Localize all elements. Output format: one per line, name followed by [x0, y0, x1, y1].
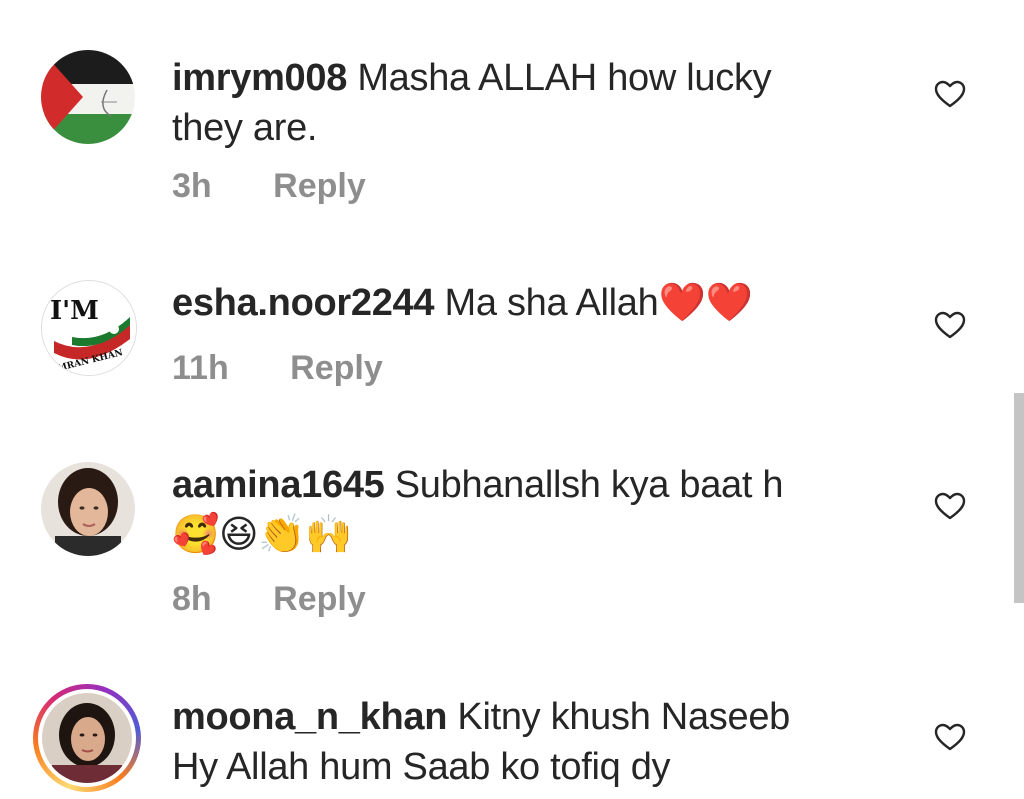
user-avatar[interactable]	[41, 50, 135, 144]
comment-username[interactable]: imrym008	[172, 57, 347, 99]
like-heart-icon[interactable]	[934, 80, 966, 108]
comment-meta: 3h Reply	[172, 167, 366, 206]
scrollbar-thumb[interactable]	[1014, 393, 1024, 603]
comment-meta: 11h Reply	[172, 349, 383, 388]
comment-body: Masha ALLAH how lucky	[357, 57, 772, 99]
comment-text: imrym008 Masha ALLAH how lucky they are.	[172, 53, 872, 153]
comment-timestamp: 3h	[172, 167, 212, 205]
reply-button[interactable]: Reply	[290, 349, 383, 388]
comment-emojis: 🥰😆👏🙌	[172, 514, 353, 556]
flag-avatar-icon	[41, 50, 135, 144]
comment-body-line2: Hy Allah hum Saab ko tofiq dy	[172, 746, 671, 788]
like-heart-icon[interactable]	[934, 311, 966, 339]
comment-username[interactable]: moona_n_khan	[172, 696, 447, 738]
user-avatar[interactable]	[41, 462, 135, 556]
profile-photo-avatar	[41, 462, 135, 556]
badge-top-text: I'M	[50, 296, 99, 326]
story-ring-avatar	[42, 693, 132, 783]
comment-emojis: ❤️❤️	[658, 282, 753, 324]
comment-body: Subhanallsh kya baat h	[394, 464, 784, 506]
reply-button[interactable]: Reply	[273, 167, 366, 206]
like-heart-icon[interactable]	[934, 492, 966, 520]
party-badge-avatar: I'M IMRAN KHAN	[42, 281, 136, 375]
comment-body: Ma sha Allah	[444, 282, 659, 324]
comment-meta: 8h Reply	[172, 580, 366, 619]
comment-body-line2: they are.	[172, 107, 318, 149]
comment-timestamp: 11h	[172, 349, 229, 387]
comment-username[interactable]: esha.noor2244	[172, 282, 435, 324]
reply-button[interactable]: Reply	[273, 580, 366, 619]
comment-text: moona_n_khan Kitny khush Naseeb Hy Allah…	[172, 692, 872, 792]
comment-username[interactable]: aamina1645	[172, 464, 385, 506]
story-ring[interactable]	[33, 684, 141, 792]
comment-text: aamina1645 Subhanallsh kya baat h 🥰😆👏🙌	[172, 460, 872, 560]
comment-text: esha.noor2244 Ma sha Allah❤️❤️	[172, 278, 872, 328]
like-heart-icon[interactable]	[934, 723, 966, 751]
user-avatar[interactable]	[42, 693, 132, 783]
comment-timestamp: 8h	[172, 580, 212, 618]
comment-body: Kitny khush Naseeb	[457, 696, 790, 738]
user-avatar[interactable]: I'M IMRAN KHAN	[41, 280, 137, 376]
